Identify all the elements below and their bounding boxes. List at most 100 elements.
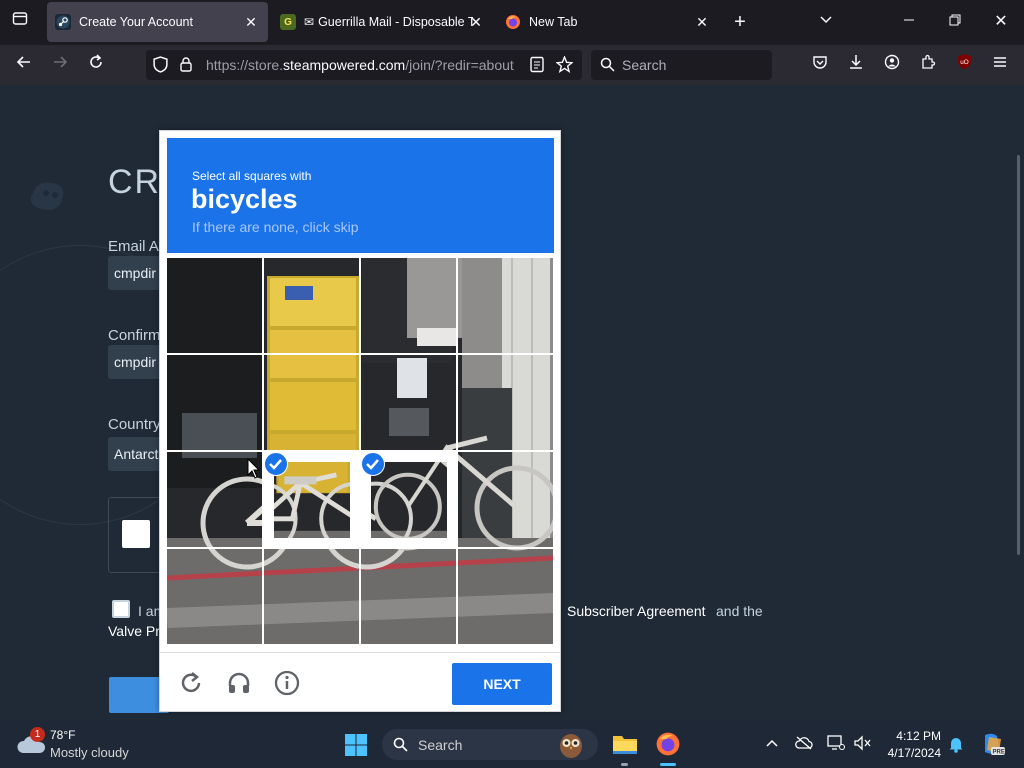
captcha-tile[interactable]: [167, 258, 262, 353]
firefox-taskbar-icon[interactable]: [655, 731, 681, 762]
tab-strip: Create Your Account ✕ G ✉ Guerrilla Mail…: [0, 0, 1024, 45]
clock-time[interactable]: 4:12 PM: [893, 729, 941, 743]
tab-new-tab[interactable]: New Tab ✕: [497, 2, 719, 42]
onedrive-offline-icon[interactable]: [794, 735, 814, 755]
bookmark-star-icon[interactable]: [555, 55, 574, 78]
minimize-icon[interactable]: [897, 10, 921, 34]
captcha-tile[interactable]: [264, 549, 359, 644]
search-bar[interactable]: Search: [591, 50, 772, 80]
restore-icon[interactable]: [943, 10, 967, 34]
notification-bell-icon[interactable]: [946, 735, 966, 755]
tab-title: Guerrilla Mail - Disposable Te: [318, 15, 474, 29]
country-label: Country: [108, 416, 161, 433]
privacy-policy-link[interactable]: Valve Pr: [108, 623, 160, 639]
email-value: cmpdir: [114, 265, 157, 281]
weather-description[interactable]: Mostly cloudy: [50, 745, 129, 760]
list-all-tabs-icon[interactable]: [814, 10, 838, 34]
extensions-icon[interactable]: [914, 51, 942, 79]
search-icon: [600, 57, 615, 77]
close-window-icon[interactable]: ✕: [989, 10, 1013, 34]
active-app-indicator: [660, 763, 676, 766]
tab-title: New Tab: [529, 15, 578, 29]
captcha-tile[interactable]: [361, 452, 456, 547]
page-scrollbar[interactable]: [1017, 155, 1020, 555]
svg-text:PRE: PRE: [993, 750, 1005, 756]
recaptcha-checkbox[interactable]: [122, 520, 150, 548]
clock-date[interactable]: 4/17/2024: [879, 746, 941, 760]
menu-icon[interactable]: [986, 51, 1014, 79]
tab-create-account[interactable]: Create Your Account ✕: [47, 2, 268, 42]
captcha-tile[interactable]: [361, 549, 456, 644]
captcha-tile[interactable]: [167, 355, 262, 450]
show-hidden-icons-icon[interactable]: [762, 735, 782, 755]
pocket-icon[interactable]: [806, 51, 834, 79]
firefox-icon: [505, 14, 521, 30]
search-icon: [393, 737, 408, 757]
close-tab-icon[interactable]: ✕: [693, 13, 711, 31]
captcha-tile[interactable]: [264, 355, 359, 450]
selected-check-icon: [361, 452, 385, 476]
captcha-instruction: Select all squares with: [192, 169, 312, 183]
captcha-header: Select all squares with bicycles If ther…: [167, 138, 554, 253]
search-highlight-owl-icon: [556, 730, 586, 764]
captcha-tile[interactable]: [361, 258, 456, 353]
taskbar-search-placeholder: Search: [418, 737, 463, 753]
windows-start-icon[interactable]: [344, 733, 368, 762]
copilot-icon[interactable]: PRE: [979, 731, 1005, 762]
weather-temperature[interactable]: 78°F: [50, 728, 75, 742]
downloads-icon[interactable]: [842, 51, 870, 79]
background-logo-icon: [22, 175, 72, 220]
captcha-tile[interactable]: [167, 549, 262, 644]
volume-muted-icon[interactable]: [852, 735, 872, 755]
audio-challenge-icon[interactable]: [225, 669, 253, 697]
account-icon[interactable]: [878, 51, 906, 79]
file-explorer-icon[interactable]: [612, 732, 638, 761]
next-button[interactable]: NEXT: [452, 663, 552, 705]
weather-badge: 1: [30, 727, 45, 742]
email-label: Email Ac: [108, 238, 167, 255]
close-tab-icon[interactable]: ✕: [467, 13, 485, 31]
svg-text:uO: uO: [960, 59, 969, 66]
search-placeholder: Search: [622, 57, 667, 73]
url-bar[interactable]: https://store.steampowered.com/join/?red…: [146, 50, 582, 80]
captcha-tile[interactable]: [458, 452, 553, 547]
captcha-tile[interactable]: [361, 355, 456, 450]
new-tab-icon[interactable]: +: [728, 10, 752, 34]
network-icon[interactable]: [826, 735, 846, 755]
open-app-indicator: [621, 763, 628, 766]
ublock-icon[interactable]: uO: [950, 51, 978, 79]
navigation-toolbar: https://store.steampowered.com/join/?red…: [0, 45, 1024, 85]
confirm-email-label: Confirm: [108, 327, 161, 344]
agree-checkbox[interactable]: [112, 600, 130, 618]
captcha-challenge: Select all squares with bicycles If ther…: [159, 130, 561, 712]
url-text[interactable]: https://store.steampowered.com/join/?red…: [206, 57, 520, 73]
back-icon[interactable]: [10, 51, 38, 79]
reload-icon[interactable]: [82, 51, 110, 79]
captcha-tile[interactable]: [264, 452, 359, 547]
captcha-footer: NEXT: [160, 652, 560, 712]
page-title: CR: [108, 163, 162, 201]
captcha-tile[interactable]: [458, 549, 553, 644]
tab-guerrilla-mail[interactable]: G ✉ Guerrilla Mail - Disposable Te ✕: [271, 2, 493, 42]
captcha-hint: If there are none, click skip: [192, 219, 359, 235]
captcha-tile[interactable]: [264, 258, 359, 353]
confirm-email-value: cmpdir: [114, 354, 157, 370]
info-icon[interactable]: [273, 669, 301, 697]
shield-icon[interactable]: [152, 56, 169, 78]
captcha-target: bicycles: [191, 184, 298, 214]
captcha-tile[interactable]: [458, 355, 553, 450]
subscriber-agreement-link[interactable]: Subscriber Agreement: [567, 603, 706, 619]
firefox-view-icon[interactable]: [8, 10, 32, 34]
lock-icon[interactable]: [178, 56, 194, 78]
tab-title: Create Your Account: [79, 15, 193, 29]
envelope-icon: ✉: [304, 15, 315, 29]
forward-icon[interactable]: [46, 51, 74, 79]
taskbar-search[interactable]: Search: [382, 729, 598, 760]
reload-challenge-icon[interactable]: [177, 669, 205, 697]
country-value: Antarct: [114, 446, 159, 462]
windows-taskbar: 1 78°F Mostly cloudy Search 4:12 PM 4/17…: [0, 721, 1024, 768]
captcha-tile[interactable]: [458, 258, 553, 353]
close-tab-icon[interactable]: ✕: [242, 13, 260, 31]
mouse-cursor-icon: [247, 457, 261, 485]
reader-view-icon[interactable]: [529, 56, 545, 78]
